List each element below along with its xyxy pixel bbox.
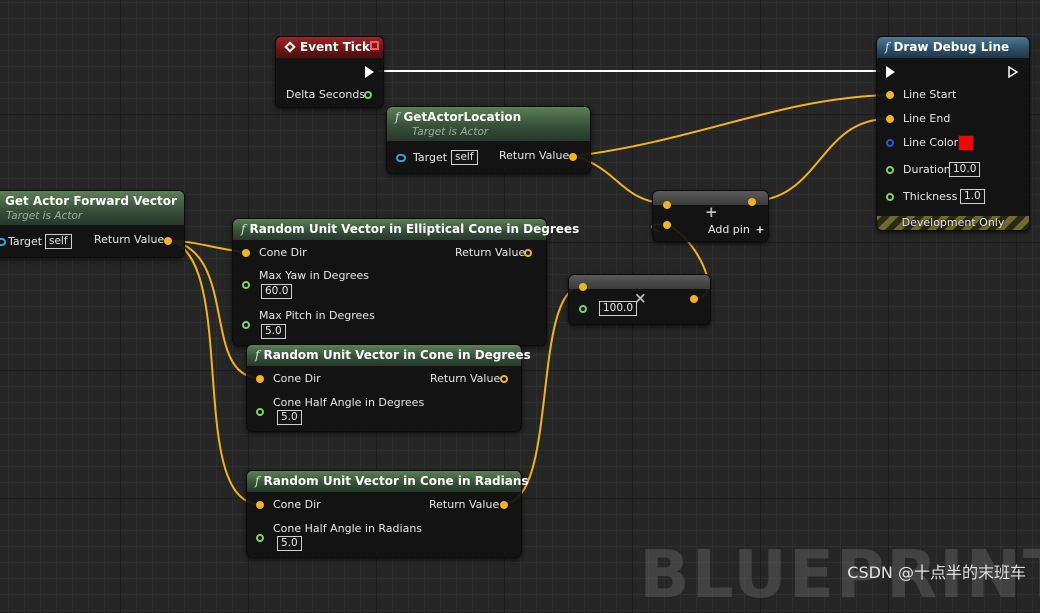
add-node[interactable]: + Add pin + <box>652 190 769 242</box>
random-cone-degrees-node[interactable]: f Random Unit Vector in Cone in Degrees C… <box>246 344 531 432</box>
return-value-pin[interactable] <box>569 153 577 161</box>
multiply-factor-input[interactable]: 100.0 <box>599 301 638 316</box>
max-pitch-pin[interactable] <box>242 321 250 329</box>
multiply-operator-icon: × <box>634 289 647 307</box>
event-tick-title: Event Tick <box>300 40 371 54</box>
get-actor-forward-vector-title: Get Actor Forward Vector <box>5 194 177 208</box>
thickness-input[interactable]: 1.0 <box>960 189 985 204</box>
line-end-pin[interactable] <box>886 115 894 123</box>
target-self-input[interactable]: self <box>451 150 478 165</box>
event-tick-node[interactable]: Event Tick Delta Seconds <box>275 36 384 108</box>
cone-dir-label: Cone Dir <box>259 246 307 259</box>
return-value-pin[interactable] <box>524 249 532 257</box>
random-elliptical-cone-header[interactable]: f Random Unit Vector in Elliptical Cone i… <box>233 219 579 240</box>
add-output-pin[interactable] <box>748 198 756 206</box>
cone-dir-pin[interactable] <box>256 501 264 509</box>
return-value-label: Return Value <box>499 149 570 162</box>
duration-pin[interactable] <box>886 166 894 174</box>
function-icon: f <box>885 40 890 54</box>
duration-label: Duration <box>903 163 951 176</box>
half-angle-input[interactable]: 5.0 <box>277 536 302 551</box>
add-input-a-pin[interactable] <box>663 201 671 209</box>
random-cone-radians-node[interactable]: f Random Unit Vector in Cone in Radians C… <box>246 470 529 558</box>
location-to-line-start-wire <box>574 94 890 157</box>
line-start-pin[interactable] <box>886 91 894 99</box>
event-tick-header[interactable]: Event Tick <box>276 37 383 58</box>
event-stop-icon <box>370 41 379 50</box>
draw-debug-line-header[interactable]: f Draw Debug Line <box>877 37 1029 58</box>
event-diamond-icon <box>284 41 296 53</box>
cone-dir-label: Cone Dir <box>273 372 321 385</box>
return-value-label: Return Value <box>455 246 526 259</box>
function-icon: f <box>255 474 260 488</box>
target-pin[interactable] <box>0 238 6 246</box>
add-input-b-pin[interactable] <box>663 221 671 229</box>
random-cone-degrees-header[interactable]: f Random Unit Vector in Cone in Degrees <box>247 345 531 366</box>
function-icon: f <box>255 348 260 362</box>
line-color-swatch[interactable] <box>958 135 974 151</box>
line-start-label: Line Start <box>903 88 957 101</box>
multiply-output-pin[interactable] <box>690 295 698 303</box>
max-yaw-pin[interactable] <box>242 281 250 289</box>
target-pin[interactable] <box>396 154 406 162</box>
plus-icon: + <box>755 223 765 236</box>
cone-dir-pin[interactable] <box>256 375 264 383</box>
max-pitch-label: Max Pitch in Degrees <box>259 309 375 322</box>
max-yaw-label: Max Yaw in Degrees <box>259 269 369 282</box>
target-label: Target <box>8 235 43 248</box>
half-angle-pin[interactable] <box>256 534 264 542</box>
duration-input[interactable]: 10.0 <box>949 162 981 177</box>
target-label: Target <box>413 151 448 164</box>
max-pitch-input[interactable]: 5.0 <box>261 324 286 339</box>
multiply-header[interactable] <box>569 275 710 289</box>
line-color-pin[interactable] <box>886 139 894 147</box>
return-value-label: Return Value <box>430 372 501 385</box>
get-actor-location-node[interactable]: f GetActorLocation Target is Actor Target… <box>386 106 591 174</box>
get-actor-forward-vector-node[interactable]: Get Actor Forward Vector Target is Actor… <box>0 190 185 258</box>
random-elliptical-cone-node[interactable]: f Random Unit Vector in Elliptical Cone i… <box>232 218 579 346</box>
half-angle-label: Cone Half Angle in Radians <box>273 522 423 535</box>
random-cone-radians-header[interactable]: f Random Unit Vector in Cone in Radians <box>247 471 529 492</box>
return-value-label: Return Value <box>429 498 500 511</box>
multiply-input-a-pin[interactable] <box>579 283 587 291</box>
cone-dir-pin[interactable] <box>242 249 250 257</box>
target-self-input[interactable]: self <box>45 234 72 249</box>
add-pin-button[interactable]: Add pin + <box>708 223 765 236</box>
thickness-pin[interactable] <box>886 193 894 201</box>
draw-debug-line-node[interactable]: f Draw Debug Line Line Start Line End Lin… <box>876 36 1030 231</box>
thickness-label: Thickness <box>903 190 958 203</box>
half-angle-input[interactable]: 5.0 <box>277 410 302 425</box>
return-value-pin[interactable] <box>500 501 508 509</box>
multiply-input-b-pin[interactable] <box>579 305 587 313</box>
random-elliptical-cone-title: Random Unit Vector in Elliptical Cone in… <box>249 222 580 236</box>
return-value-pin[interactable] <box>500 375 508 383</box>
half-angle-label: Cone Half Angle in Degrees <box>273 396 425 409</box>
csdn-watermark: CSDN @十点半的末班车 <box>847 563 1026 582</box>
line-color-label: Line Color <box>903 136 959 149</box>
add-to-line-end-wire <box>751 117 890 202</box>
draw-debug-line-title: Draw Debug Line <box>893 40 1010 54</box>
multiply-node[interactable]: 100.0 × <box>568 274 711 325</box>
get-actor-location-subtitle: Target is Actor <box>412 126 489 138</box>
random-cone-degrees-title: Random Unit Vector in Cone in Degrees <box>263 348 531 362</box>
function-icon: f <box>395 110 400 124</box>
return-value-label: Return Value <box>94 233 165 246</box>
return-value-pin[interactable] <box>164 237 172 245</box>
half-angle-pin[interactable] <box>256 408 264 416</box>
add-pin-label: Add pin <box>708 223 750 236</box>
exec-out-pin[interactable] <box>365 66 374 78</box>
cone-dir-label: Cone Dir <box>273 498 321 511</box>
exec-in-pin[interactable] <box>886 66 895 78</box>
function-icon: f <box>241 222 246 236</box>
get-actor-location-title: GetActorLocation <box>403 110 522 124</box>
development-only-label: Development Only <box>901 216 1005 229</box>
line-end-label: Line End <box>903 112 951 125</box>
add-operator-icon: + <box>705 203 718 221</box>
delta-seconds-label: Delta Seconds <box>286 88 366 101</box>
get-actor-forward-vector-subtitle: Target is Actor <box>6 210 83 222</box>
exec-out-pin[interactable] <box>1008 66 1018 78</box>
random-cone-radians-title: Random Unit Vector in Cone in Radians <box>263 474 529 488</box>
max-yaw-input[interactable]: 60.0 <box>261 284 293 299</box>
delta-seconds-pin[interactable] <box>364 91 372 99</box>
